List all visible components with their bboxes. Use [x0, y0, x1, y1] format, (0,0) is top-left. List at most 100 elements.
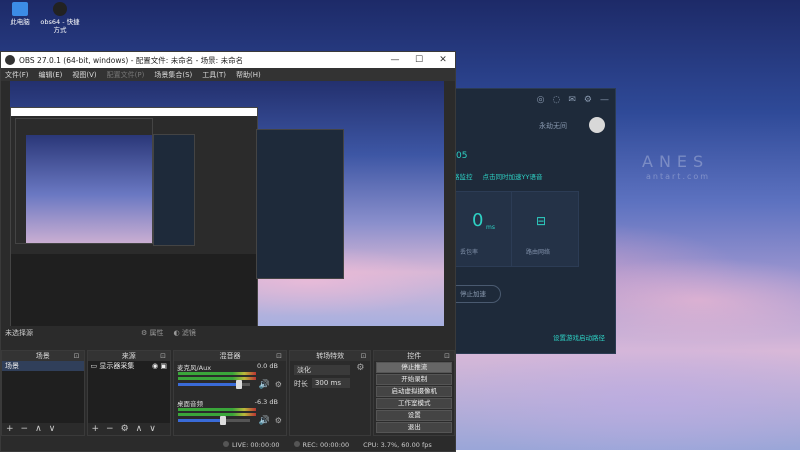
dock-float-icon[interactable]: ⊡	[361, 351, 367, 361]
transition-select[interactable]: 淡化	[293, 365, 351, 375]
rec-indicator-icon	[293, 440, 300, 447]
settings-icon[interactable]: ⚙	[121, 424, 129, 434]
settings-button[interactable]: 设置	[376, 410, 452, 421]
source-item[interactable]: ▭ 显示器采集 ◉ ▣	[88, 361, 170, 371]
sources-list: ▭ 显示器采集 ◉ ▣	[87, 361, 170, 423]
transitions-title: 转场特效	[316, 352, 345, 360]
transitions-header: 转场特效 ⊡	[289, 351, 371, 361]
avatar[interactable]	[589, 117, 605, 133]
stop-streaming-button[interactable]: 停止推流	[376, 362, 452, 373]
packet-loss-value: 0	[472, 210, 484, 231]
headset-icon[interactable]: ◌	[553, 95, 561, 105]
rec-time: REC: 00:00:00	[302, 440, 350, 449]
desktop-icon-obs[interactable]: obs64 - 快捷方式	[40, 2, 80, 34]
channel-db: 0.0 dB	[256, 362, 278, 370]
gear-icon[interactable]: ⚙	[356, 363, 364, 373]
duration-label: 时长	[293, 380, 308, 388]
menu-tools[interactable]: 工具(T)	[202, 70, 226, 80]
nested-booster	[153, 134, 195, 246]
packet-loss-unit: ms	[486, 224, 495, 231]
filters-button[interactable]: ◐ 滤镜	[174, 328, 196, 338]
scenes-title: 场景	[35, 352, 50, 360]
virtual-camera-button[interactable]: 启动虚拟摄像机	[376, 386, 452, 397]
remove-icon[interactable]: −	[21, 424, 29, 434]
speaker-icon[interactable]: 🔊	[259, 416, 270, 426]
desktop-icon-this-pc[interactable]: 此电脑	[0, 2, 40, 26]
dock-area: 场景 ⊡ 场景 + − ∧ ∨ 来源 ⊡ ▭ 显示器采集 ◉ ▣ + − ⚙ ∧…	[1, 350, 455, 436]
desktop-icon-label: obs64 - 快捷方式	[40, 18, 80, 34]
dock-float-icon[interactable]: ⊡	[74, 351, 80, 361]
down-icon[interactable]: ∨	[49, 424, 56, 434]
gift-icon[interactable]: ◎	[537, 95, 545, 105]
settings-link[interactable]: 设置游戏启动路径	[553, 332, 605, 342]
live-time: LIVE: 00:00:00	[232, 440, 280, 449]
nested-booster-window	[256, 129, 344, 279]
gear-icon[interactable]: ⚙	[275, 416, 282, 425]
dock-float-icon[interactable]: ⊡	[276, 351, 282, 361]
volume-slider[interactable]	[177, 380, 250, 389]
menu-edit[interactable]: 编辑(E)	[39, 70, 63, 80]
live-status: LIVE: 00:00:00	[223, 440, 280, 449]
volume-slider[interactable]	[177, 416, 250, 425]
controls-dock: 控件 ⊡ 停止推流 开始录制 启动虚拟摄像机 工作室模式 设置 退出	[373, 350, 455, 436]
remove-icon[interactable]: −	[106, 424, 114, 434]
transitions-dock: 转场特效 ⊡ 淡化 ⚙ 时长 300 ms	[288, 350, 372, 436]
duration-input[interactable]: 300 ms	[311, 378, 351, 388]
sources-toolbar: + − ⚙ ∧ ∨	[88, 423, 170, 435]
sources-dock: 来源 ⊡ ▭ 显示器采集 ◉ ▣ + − ⚙ ∧ ∨	[86, 350, 171, 436]
close-button[interactable]: ✕	[431, 55, 455, 65]
gear-icon[interactable]: ⚙	[584, 95, 592, 105]
menu-scene-collection[interactable]: 场景集合(S)	[154, 70, 192, 80]
computer-icon	[12, 2, 28, 16]
watermark: ANES	[642, 152, 710, 171]
nested-obs-preview	[10, 107, 258, 326]
obs-icon	[53, 2, 67, 16]
controls-title: 控件	[407, 352, 422, 360]
source-label: 显示器采集	[99, 362, 135, 370]
minimize-button[interactable]: —	[383, 55, 407, 65]
speaker-icon[interactable]: 🔊	[259, 380, 270, 390]
cpu-status: CPU: 3.7%, 60.00 fps	[363, 440, 432, 449]
nested-docks	[11, 254, 257, 326]
preview-canvas[interactable]	[10, 81, 444, 326]
booster-toolbar: ◎ ◌ ✉ ⚙ —	[437, 89, 615, 111]
properties-button[interactable]: ⚙ 属性	[141, 328, 164, 338]
maximize-button[interactable]: ☐	[407, 55, 431, 65]
live-indicator-icon	[223, 440, 229, 447]
start-recording-button[interactable]: 开始录制	[376, 374, 452, 385]
add-icon[interactable]: +	[6, 424, 14, 434]
tab-yy-boost[interactable]: 点击同时加速YY语音	[483, 171, 543, 181]
obs-titlebar[interactable]: OBS 27.0.1 (64-bit, windows) - 配置文件: 未命名…	[1, 52, 455, 68]
nested-canvas	[26, 135, 152, 243]
add-icon[interactable]: +	[92, 424, 100, 434]
mixer-channel-mic: 麦克风/Aux 0.0 dB 🔊 ⚙	[174, 361, 286, 397]
level-meter	[177, 413, 256, 416]
nested-titlebar	[11, 108, 257, 116]
level-meter	[177, 408, 256, 411]
desktop-icon-label: 此电脑	[10, 18, 30, 26]
down-icon[interactable]: ∨	[149, 424, 156, 434]
minimize-icon[interactable]: —	[600, 95, 609, 105]
up-icon[interactable]: ∧	[35, 424, 42, 434]
gear-icon[interactable]: ⚙	[275, 380, 282, 389]
eye-icon lock-icon[interactable]: ◉ ▣	[152, 361, 167, 371]
up-icon[interactable]: ∧	[136, 424, 143, 434]
route-card: ⊟ 路由网络	[511, 191, 579, 267]
status-bar: LIVE: 00:00:00 REC: 00:00:00 CPU: 3.7%, …	[1, 438, 455, 451]
level-meter	[177, 377, 256, 380]
dock-float-icon[interactable]: ⊡	[160, 351, 166, 361]
route-caption: 路由网络	[526, 249, 551, 256]
studio-mode-button[interactable]: 工作室模式	[376, 398, 452, 409]
menu-file[interactable]: 文件(F)	[5, 70, 29, 80]
no-source-label: 未选择源	[5, 329, 33, 337]
dock-float-icon[interactable]: ⊡	[444, 351, 450, 361]
packet-loss-caption: 丢包率	[460, 249, 479, 256]
scene-item[interactable]: 场景	[2, 361, 84, 371]
menu-profile[interactable]: 配置文件(P)	[107, 70, 145, 80]
rec-status: REC: 00:00:00	[293, 440, 350, 449]
level-meter	[177, 372, 256, 375]
menu-help[interactable]: 帮助(H)	[236, 70, 261, 80]
mail-icon[interactable]: ✉	[568, 95, 576, 105]
exit-button[interactable]: 退出	[376, 422, 452, 433]
menu-view[interactable]: 视图(V)	[72, 70, 96, 80]
